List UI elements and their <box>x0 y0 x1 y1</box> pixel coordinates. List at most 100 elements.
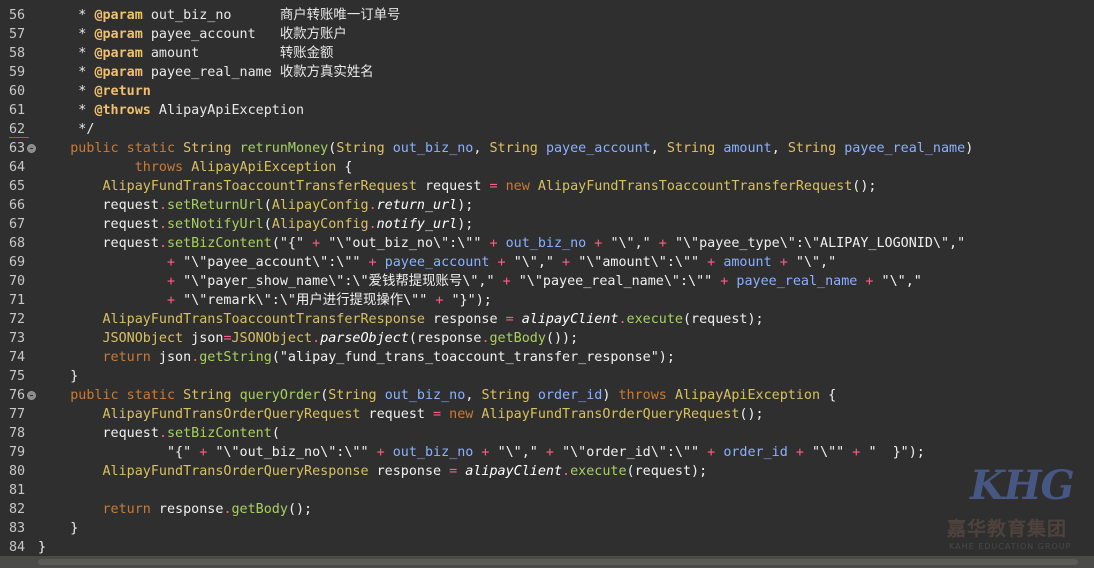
code-line[interactable]: 70 + "\"payer_show_name\":\"爱钱帮提现账号\"," … <box>0 272 1094 291</box>
code-token: AlipayFundTransOrderQueryRequest <box>38 407 361 422</box>
line-number: 78 <box>9 426 26 441</box>
code-token: @param <box>94 27 143 42</box>
code-token: AlipayFundTransToaccountTransferRequest <box>38 179 417 194</box>
code-text: public static String queryOrder(String o… <box>38 386 836 405</box>
line-number: 74 <box>9 350 26 365</box>
code-line[interactable]: 83 } <box>0 519 1094 538</box>
code-token: ( <box>271 236 280 251</box>
code-line[interactable]: 76 public static String queryOrder(Strin… <box>0 386 1094 405</box>
code-token: setReturnUrl <box>167 198 264 213</box>
line-number: 60 <box>9 84 26 99</box>
code-text: } <box>38 367 78 386</box>
code-line[interactable]: 82 return response.getBody(); <box>0 500 1094 519</box>
line-number: 73 <box>9 331 26 346</box>
code-line[interactable]: 72 AlipayFundTransToaccountTransferRespo… <box>0 310 1094 329</box>
code-line[interactable]: 80 AlipayFundTransOrderQueryResponse res… <box>0 462 1094 481</box>
code-token: String <box>489 141 538 156</box>
code-line[interactable]: 66 request.setReturnUrl(AlipayConfig.ret… <box>0 196 1094 215</box>
code-line[interactable]: 63 public static String retrunMoney(Stri… <box>0 139 1094 158</box>
code-token: @param <box>94 65 143 80</box>
code-token: + <box>699 255 724 270</box>
code-line[interactable]: 64 throws AlipayApiException { <box>0 158 1094 177</box>
code-token: "alipay_fund_trans_toaccount_transfer_re… <box>279 350 659 365</box>
code-token: * <box>38 8 95 23</box>
code-token: "\"," <box>497 445 538 460</box>
code-token: (); <box>739 407 764 422</box>
code-token: "\"out_biz_no\":\"" <box>215 445 369 460</box>
code-line[interactable]: 60 * @return <box>0 82 1094 101</box>
code-token: ( <box>271 426 280 441</box>
code-line[interactable]: 71 + "\"remark\":\"用户进行提现操作\"" + "}"); <box>0 291 1094 310</box>
horizontal-scrollbar[interactable] <box>0 556 1094 568</box>
code-line[interactable]: 62 */ <box>0 120 1094 139</box>
code-token: request <box>416 179 490 194</box>
code-token: String <box>336 141 385 156</box>
code-token: AlipayFundTransToaccountTransferResponse <box>38 312 425 327</box>
code-token: "\"payee_type\":\"ALIPAY_LOGONID\"," <box>674 236 966 251</box>
line-number: 81 <box>9 483 26 498</box>
code-token: String <box>481 388 530 403</box>
code-token: amount <box>723 255 772 270</box>
code-token: request <box>38 217 159 232</box>
line-number: 77 <box>9 407 26 422</box>
code-token: setBizContent <box>167 426 272 441</box>
code-line[interactable]: 77 AlipayFundTransOrderQueryRequest requ… <box>0 405 1094 424</box>
code-token: @throws <box>94 103 151 118</box>
fold-collapse-icon[interactable] <box>27 391 36 400</box>
code-token: (); <box>287 502 313 517</box>
code-line[interactable]: 56 * @param out_biz_no 商户转账唯一订单号 <box>0 6 1094 25</box>
code-line[interactable]: 57 * @param payee_account 收款方账户 <box>0 25 1094 44</box>
code-token: String <box>666 141 716 156</box>
code-token: . <box>158 217 167 232</box>
scrollbar-thumb[interactable] <box>38 559 1078 565</box>
code-token: return <box>38 350 151 365</box>
code-token: payee_account <box>384 255 490 270</box>
code-token: "\"out_biz_no\":\"" <box>328 236 482 251</box>
code-token: "\"order_id\":\"" <box>562 445 700 460</box>
code-line[interactable]: 75 } <box>0 367 1094 386</box>
code-line[interactable]: 79 "{" + "\"out_biz_no\":\"" + out_biz_n… <box>0 443 1094 462</box>
code-line[interactable]: 78 request.setBizContent( <box>0 424 1094 443</box>
code-line[interactable]: 58 * @param amount 转账金额 <box>0 44 1094 63</box>
code-line[interactable]: 81 <box>0 481 1094 500</box>
code-token: "\"payee_account\":\"" <box>183 255 361 270</box>
code-text: JSONObject json=JSONObject.parseObject(r… <box>38 329 578 348</box>
code-token: . <box>618 312 627 327</box>
code-token: * <box>38 65 95 80</box>
code-token: getBody <box>489 331 546 346</box>
code-token: ()); <box>545 331 579 346</box>
code-line[interactable]: 84} <box>0 538 1094 557</box>
fold-collapse-icon[interactable] <box>27 144 36 153</box>
code-token: * <box>38 103 95 118</box>
code-token: ) <box>602 388 619 403</box>
code-text: * @param payee_real_name 收款方真实姓名 <box>38 63 373 82</box>
code-token: . <box>562 464 571 479</box>
code-token: . <box>158 236 167 251</box>
code-token: (request); <box>682 312 764 327</box>
code-line[interactable]: 65 AlipayFundTransToaccountTransferReque… <box>0 177 1094 196</box>
code-text: AlipayFundTransOrderQueryRequest request… <box>38 405 764 424</box>
code-line[interactable]: 73 JSONObject json=JSONObject.parseObjec… <box>0 329 1094 348</box>
code-token: AlipayApiException <box>191 160 337 175</box>
code-token: AlipayApiException <box>150 103 305 118</box>
code-line[interactable]: 67 request.setNotifyUrl(AlipayConfig.not… <box>0 215 1094 234</box>
code-token: ( <box>263 198 272 213</box>
line-number: 56 <box>9 8 26 23</box>
code-text: } <box>38 519 78 538</box>
code-text: * @return <box>38 82 151 101</box>
code-line[interactable]: 61 * @throws AlipayApiException <box>0 101 1094 120</box>
code-line[interactable]: 59 * @param payee_real_name 收款方真实姓名 <box>0 63 1094 82</box>
code-token: + <box>38 274 184 289</box>
code-token: ) <box>965 141 974 156</box>
code-token: amount <box>723 141 772 156</box>
code-text: + "\"payer_show_name\":\"爱钱帮提现账号\"," + "… <box>38 272 922 291</box>
code-line[interactable]: 68 request.setBizContent("{" + "\"out_bi… <box>0 234 1094 253</box>
code-token: + <box>304 236 329 251</box>
code-line[interactable]: 69 + "\"payee_account\":\"" + payee_acco… <box>0 253 1094 272</box>
code-editor[interactable]: 56 * @param out_biz_no 商户转账唯一订单号 57 * @pa… <box>0 0 1094 556</box>
code-line[interactable]: 74 return json.getString("alipay_fund_tr… <box>0 348 1094 367</box>
